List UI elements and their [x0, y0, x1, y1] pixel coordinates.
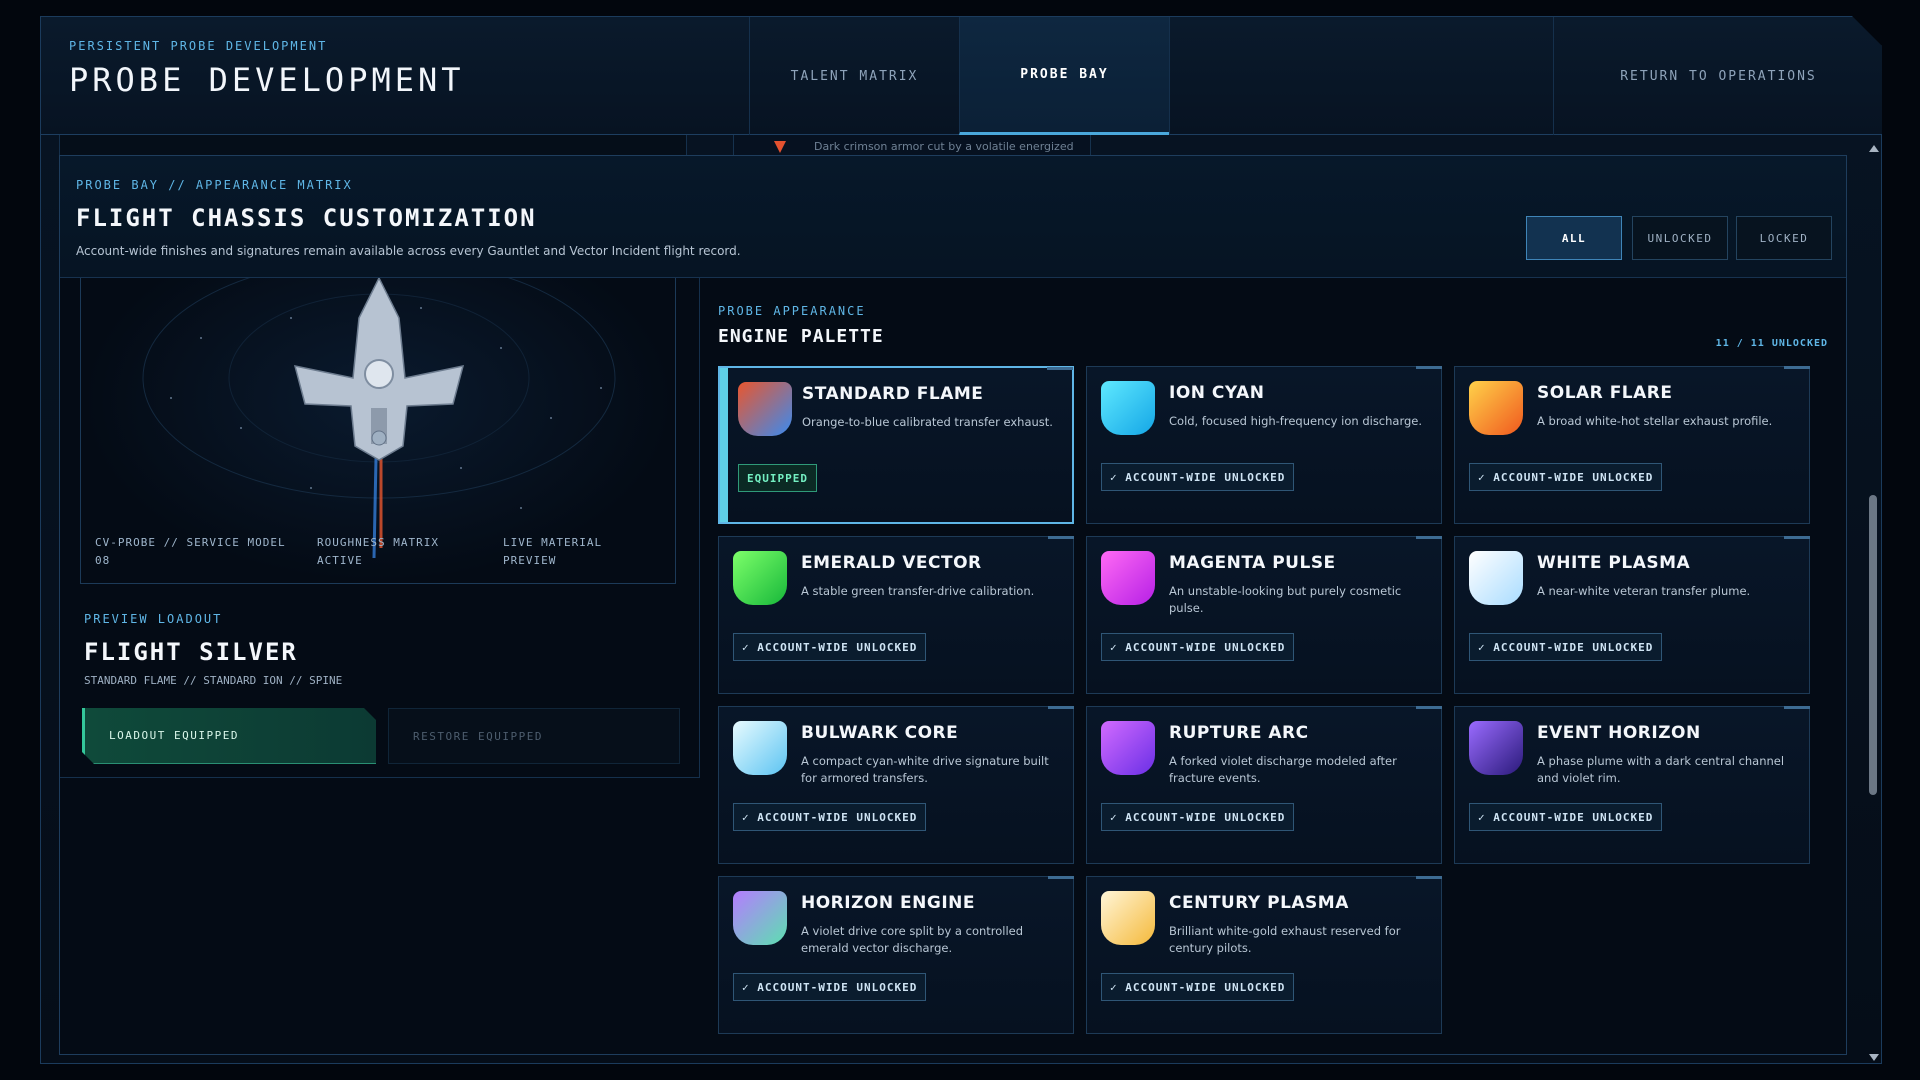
card-header: PROBE BAY // APPEARANCE MATRIX FLIGHT CH… — [60, 156, 1846, 278]
engine-tile-description: A broad white-hot stellar exhaust profil… — [1537, 414, 1773, 428]
engine-swatch-icon — [733, 721, 787, 775]
card-description: Account-wide finishes and signatures rem… — [76, 244, 741, 258]
palette-title: ENGINE PALETTE — [718, 326, 884, 347]
engine-tile-name: CENTURY PLASMA — [1169, 893, 1349, 913]
unlocked-badge: ✓ ACCOUNT-WIDE UNLOCKED — [733, 803, 927, 831]
filter-locked-button[interactable]: LOCKED — [1736, 216, 1832, 260]
engine-palette-panel: PROBE APPEARANCE ENGINE PALETTE 11 / 11 … — [700, 278, 1846, 1054]
engine-tile-description: An unstable-looking but purely cosmetic … — [1169, 584, 1402, 615]
engine-tile-name: EVENT HORIZON — [1537, 723, 1701, 743]
scrollbar-thumb[interactable] — [1869, 495, 1877, 795]
engine-tile[interactable]: STANDARD FLAME Orange-to-blue calibrated … — [718, 366, 1074, 524]
preview-material-label: LIVE MATERIAL PREVIEW — [503, 536, 603, 567]
engine-tile[interactable]: ION CYAN Cold, focused high-frequency ion… — [1086, 366, 1442, 524]
unlocked-badge: ✓ ACCOUNT-WIDE UNLOCKED — [1469, 463, 1663, 491]
engine-tile-description: Brilliant white-gold exhaust reserved fo… — [1169, 924, 1401, 955]
tab-talent-matrix[interactable]: TALENT MATRIX — [749, 17, 959, 135]
unlocked-badge: ✓ ACCOUNT-WIDE UNLOCKED — [1469, 803, 1663, 831]
unlocked-badge: ✓ ACCOUNT-WIDE UNLOCKED — [1469, 633, 1663, 661]
engine-tile-name: ION CYAN — [1169, 383, 1265, 403]
engine-tile-description: A near-white veteran transfer plume. — [1537, 584, 1751, 598]
engine-swatch-icon — [1101, 891, 1155, 945]
return-to-operations-button[interactable]: RETURN TO OPERATIONS — [1553, 17, 1882, 135]
engine-tile-name: RUPTURE ARC — [1169, 723, 1309, 743]
engine-tile-name: WHITE PLASMA — [1537, 553, 1691, 573]
scroll-up-arrow-icon[interactable] — [1869, 145, 1879, 152]
app-window: PERSISTENT PROBE DEVELOPMENT PROBE DEVEL… — [40, 16, 1882, 1064]
engine-swatch-icon — [1101, 551, 1155, 605]
scroll-down-arrow-icon[interactable] — [1869, 1054, 1879, 1061]
engine-swatch-icon — [1469, 381, 1523, 435]
restore-equipped-button[interactable]: RESTORE EQUIPPED — [388, 708, 680, 764]
preview-panel: CV-PROBE // SERVICE MODEL 08 ROUGHNESS M… — [60, 278, 700, 778]
preview-roughness-label: ROUGHNESS MATRIX ACTIVE — [317, 536, 439, 567]
unlocked-badge: ✓ ACCOUNT-WIDE UNLOCKED — [733, 633, 927, 661]
engine-tile-description: A compact cyan-white drive signature bui… — [801, 754, 1049, 785]
equipped-badge: EQUIPPED — [738, 464, 817, 492]
unlocked-badge: ✓ ACCOUNT-WIDE UNLOCKED — [1101, 633, 1295, 661]
engine-tile-description: Orange-to-blue calibrated transfer exhau… — [802, 415, 1053, 429]
unlocked-badge: ✓ ACCOUNT-WIDE UNLOCKED — [733, 973, 927, 1001]
engine-swatch-icon — [1101, 381, 1155, 435]
loadout-title: FLIGHT SILVER — [84, 638, 298, 666]
engine-tile-description: A phase plume with a dark central channe… — [1537, 754, 1785, 785]
filter-all-button[interactable]: ALL — [1526, 216, 1622, 260]
engine-swatch-icon — [1469, 721, 1523, 775]
card-kicker: PROBE BAY // APPEARANCE MATRIX — [76, 178, 353, 192]
engine-swatch-icon — [738, 382, 792, 436]
engine-tile[interactable]: HORIZON ENGINE A violet drive core split … — [718, 876, 1074, 1034]
engine-tile[interactable]: RUPTURE ARC A forked violet discharge mod… — [1086, 706, 1442, 864]
engine-tile-description: A forked violet discharge modeled after … — [1169, 754, 1397, 785]
card-title: FLIGHT CHASSIS CUSTOMIZATION — [76, 204, 537, 232]
engine-tile-description: A stable green transfer-drive calibratio… — [801, 584, 1035, 598]
unlocked-badge: ✓ ACCOUNT-WIDE UNLOCKED — [1101, 803, 1295, 831]
engine-tile[interactable]: WHITE PLASMA A near-white veteran transfe… — [1454, 536, 1810, 694]
engine-tile-name: BULWARK CORE — [801, 723, 959, 743]
filter-unlocked-button[interactable]: UNLOCKED — [1632, 216, 1728, 260]
loadout-kicker: PREVIEW LOADOUT — [84, 612, 223, 626]
header-bar: PERSISTENT PROBE DEVELOPMENT PROBE DEVEL… — [41, 17, 1882, 135]
engine-tile-name: EMERALD VECTOR — [801, 553, 982, 573]
engine-tile-name: MAGENTA PULSE — [1169, 553, 1336, 573]
customization-card: PROBE BAY // APPEARANCE MATRIX FLIGHT CH… — [59, 155, 1847, 1055]
probe-3d-preview[interactable]: CV-PROBE // SERVICE MODEL 08 ROUGHNESS M… — [80, 278, 676, 584]
scrollbar[interactable] — [1865, 135, 1881, 1064]
unlocked-badge: ✓ ACCOUNT-WIDE UNLOCKED — [1101, 463, 1295, 491]
engine-swatch-icon — [1101, 721, 1155, 775]
preview-model-label: CV-PROBE // SERVICE MODEL 08 — [95, 536, 286, 567]
engine-tile[interactable]: EVENT HORIZON A phase plume with a dark c… — [1454, 706, 1810, 864]
tab-probe-bay[interactable]: PROBE BAY — [959, 17, 1169, 135]
engine-swatch-icon — [733, 891, 787, 945]
page-title: PROBE DEVELOPMENT — [69, 61, 465, 99]
loadout-subtitle: STANDARD FLAME // STANDARD ION // SPINE — [84, 674, 343, 687]
engine-tile[interactable]: BULWARK CORE A compact cyan-white drive s… — [718, 706, 1074, 864]
engine-tile[interactable]: MAGENTA PULSE An unstable-looking but pur… — [1086, 536, 1442, 694]
header-spacer — [1169, 17, 1553, 135]
loadout-equipped-button[interactable]: LOADOUT EQUIPPED — [82, 708, 376, 764]
engine-swatch-icon — [733, 551, 787, 605]
engine-tile-name: HORIZON ENGINE — [801, 893, 975, 913]
engine-tile[interactable]: CENTURY PLASMA Brilliant white-gold exhau… — [1086, 876, 1442, 1034]
unlock-count: 11 / 11 UNLOCKED — [1715, 338, 1828, 349]
engine-swatch-icon — [1469, 551, 1523, 605]
header-kicker: PERSISTENT PROBE DEVELOPMENT — [69, 39, 328, 53]
engine-tile-description: Cold, focused high-frequency ion dischar… — [1169, 414, 1423, 428]
engine-tile-description: A violet drive core split by a controlle… — [801, 924, 1024, 955]
engine-tile[interactable]: EMERALD VECTOR A stable green transfer-dr… — [718, 536, 1074, 694]
palette-kicker: PROBE APPEARANCE — [718, 304, 866, 318]
engine-tile-name: STANDARD FLAME — [802, 384, 984, 404]
engine-tile-name: SOLAR FLARE — [1537, 383, 1673, 403]
unlocked-badge: ✓ ACCOUNT-WIDE UNLOCKED — [1101, 973, 1295, 1001]
crimson-marker-icon — [774, 141, 786, 153]
engine-tile[interactable]: SOLAR FLARE A broad white-hot stellar exh… — [1454, 366, 1810, 524]
